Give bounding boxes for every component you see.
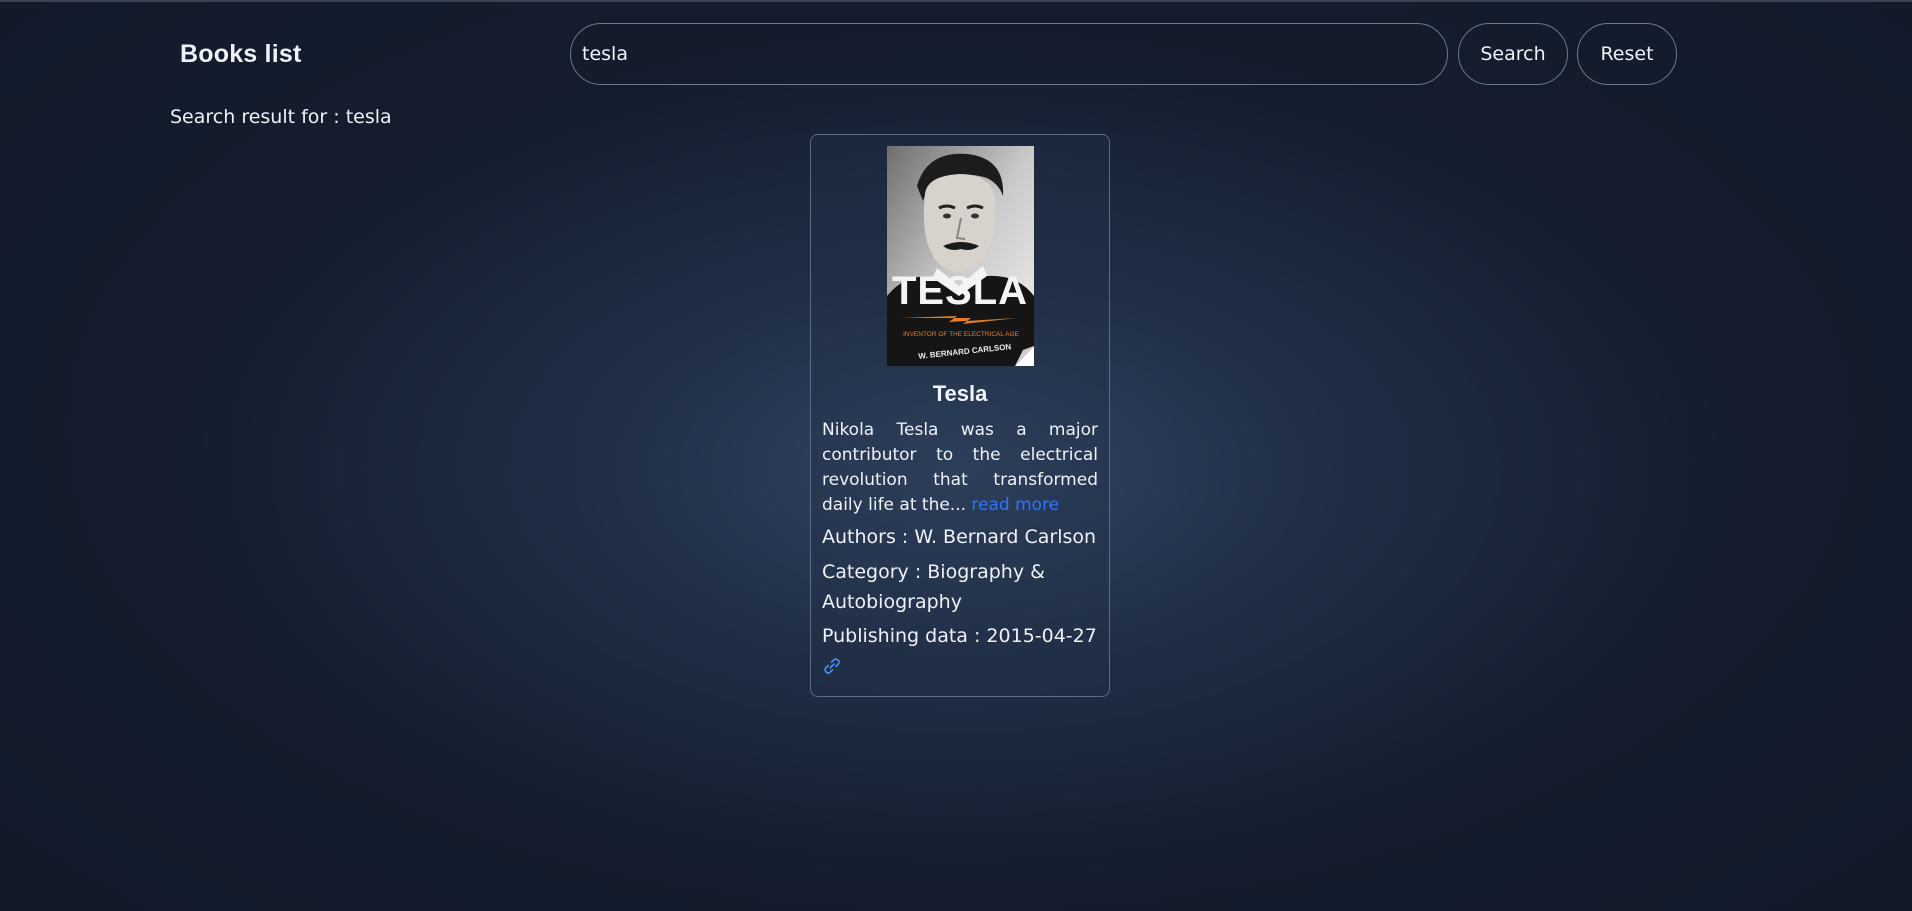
search-result-label: Search result for : tesla (170, 106, 392, 128)
cover-title-text: TESLA (892, 269, 1028, 313)
link-icon[interactable] (822, 656, 842, 676)
search-input[interactable] (570, 23, 1448, 85)
book-card: TESLA INVENTOR OF THE ELECTRICAL AGE W. … (810, 134, 1110, 697)
brand-title[interactable]: Books list (180, 40, 301, 69)
reset-button[interactable]: Reset (1577, 23, 1677, 85)
book-cover-image: TESLA INVENTOR OF THE ELECTRICAL AGE W. … (887, 146, 1034, 366)
search-button[interactable]: Search (1458, 23, 1568, 85)
book-authors: Authors : W. Bernard Carlson (822, 526, 1097, 548)
book-publish-date: Publishing data : 2015-04-27 (822, 625, 1097, 647)
book-description: Nikola Tesla was a major contributor to … (822, 418, 1098, 518)
top-bar: Books list Search Reset (165, 4, 1765, 104)
read-more-link[interactable]: read more (971, 495, 1059, 515)
book-title: Tesla (932, 381, 988, 406)
book-category: Category : Biography & Autobiography (822, 561, 1045, 613)
cover-subtitle-text: INVENTOR OF THE ELECTRICAL AGE (903, 331, 1019, 338)
